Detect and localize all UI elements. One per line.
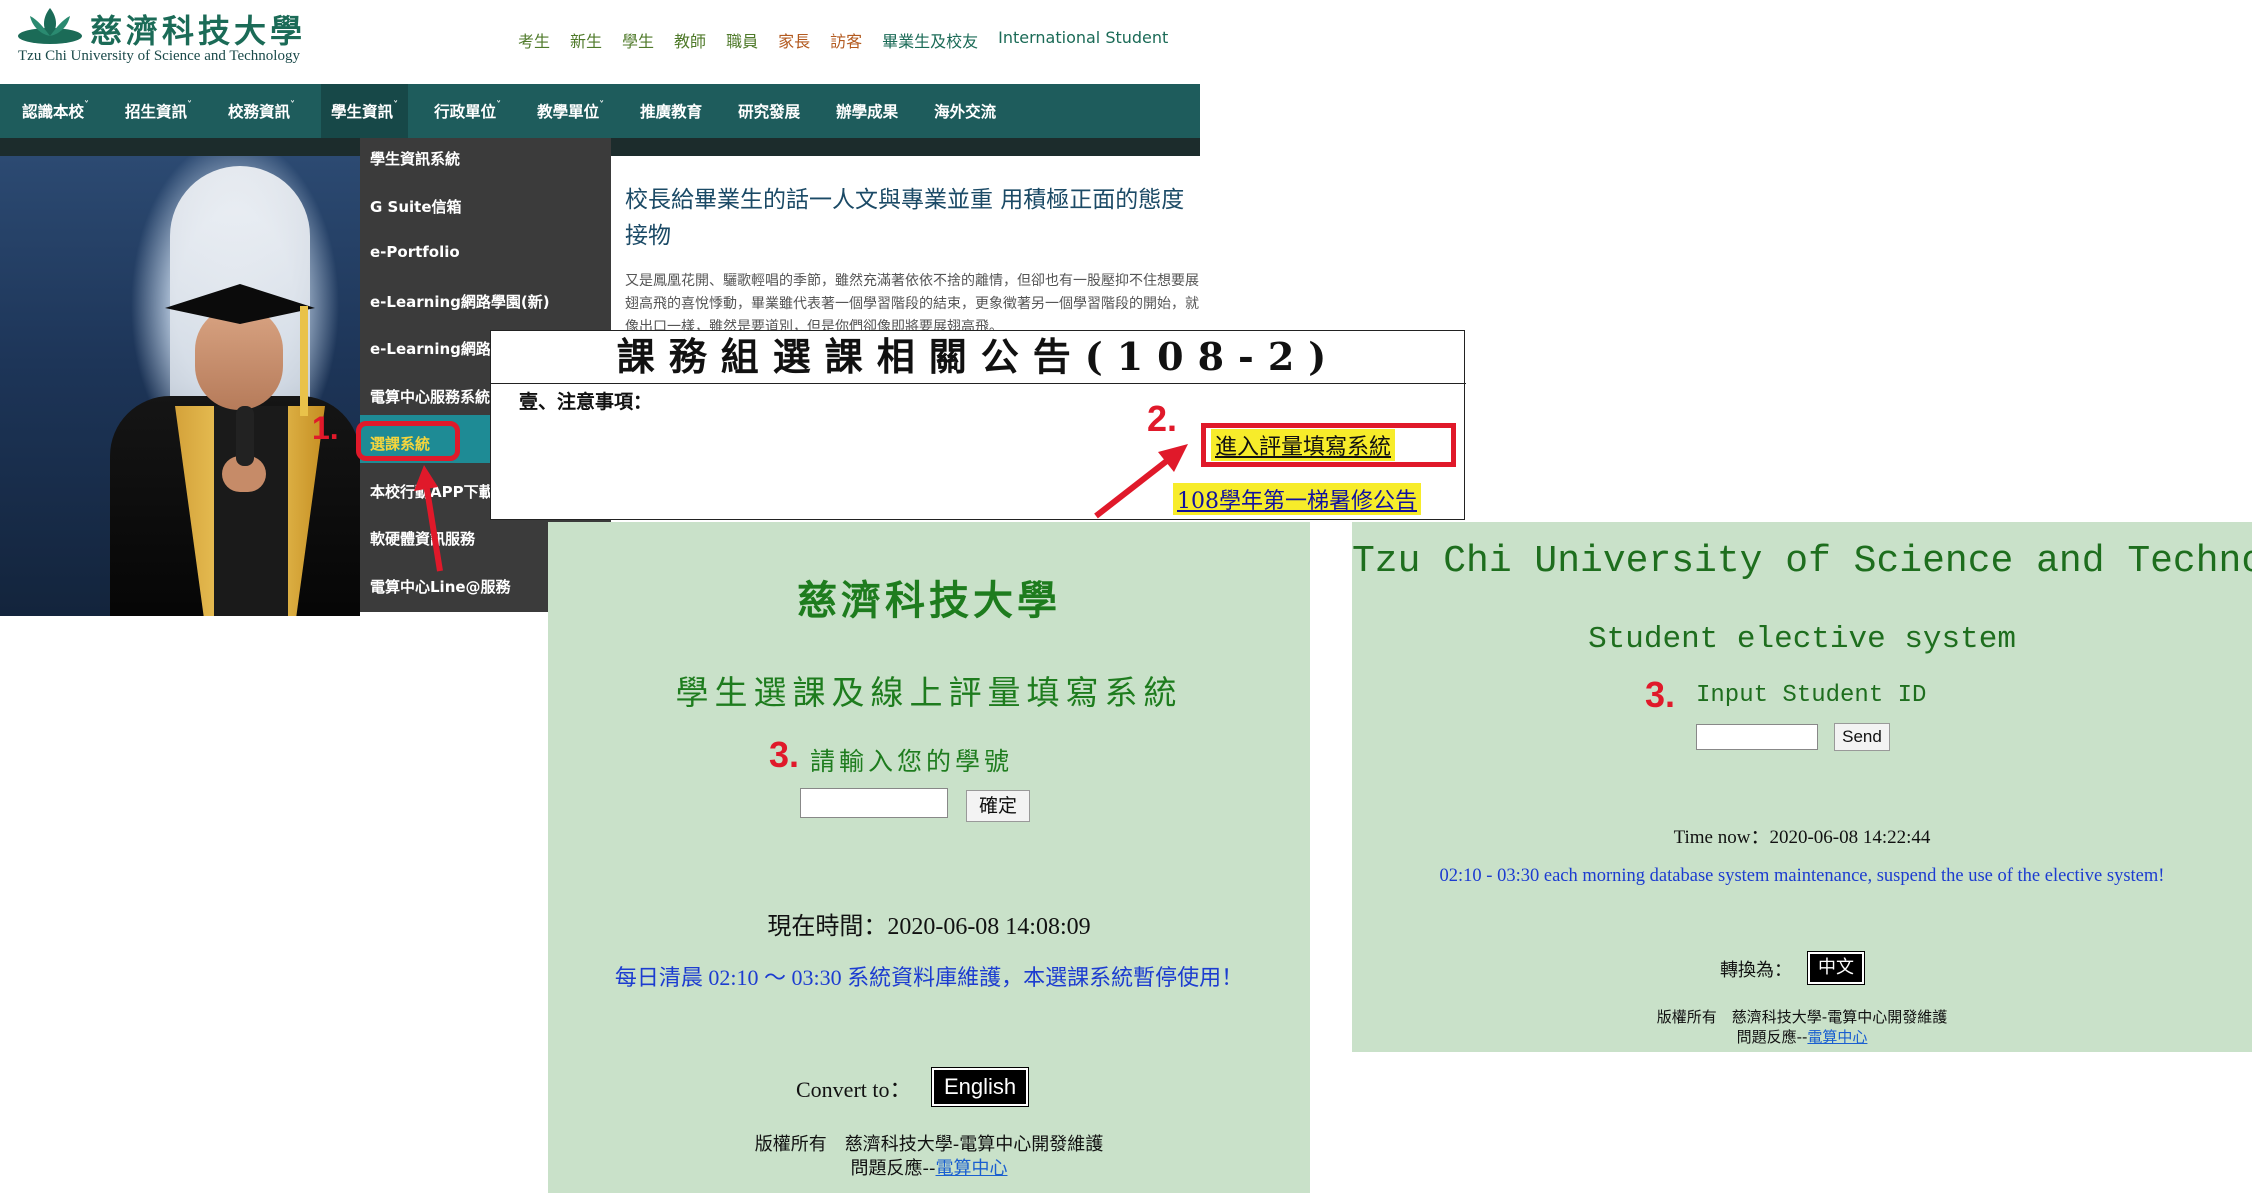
summer-course-announcement-link[interactable]: 108學年第一梯暑修公告: [1173, 483, 1421, 515]
feedback-prefix: 問題反應--: [850, 1158, 936, 1179]
system-name-heading: Student elective system: [1588, 622, 2016, 657]
current-time: 現在時間：2020-06-08 14:08:09: [767, 914, 1091, 940]
nav-item-label: 行政單位: [434, 103, 497, 121]
copyright-text: 版權所有 慈濟科技大學-電算中心開發維護: [754, 1134, 1104, 1155]
convert-language-label: Convert to：: [796, 1077, 912, 1102]
evaluation-link-highlight-box: [1201, 423, 1456, 467]
audience-link[interactable]: 學生: [622, 28, 654, 52]
nav-item[interactable]: 辦學成果: [836, 100, 898, 122]
nav-item-label: 認識本校: [22, 103, 85, 121]
nav-item[interactable]: 學生資訊˅: [321, 84, 409, 138]
nav-item-label: 研究發展: [738, 103, 801, 121]
computer-center-link[interactable]: 電算中心: [1807, 1028, 1867, 1046]
nav-item[interactable]: 校務資訊˅: [228, 100, 295, 122]
audience-link[interactable]: 教師: [674, 28, 706, 52]
step-2-marker: 2.: [1147, 398, 1178, 439]
student-id-input[interactable]: [800, 788, 948, 818]
audience-link[interactable]: 新生: [570, 28, 602, 52]
student-id-input[interactable]: [1696, 724, 1818, 750]
audience-link[interactable]: 畢業生及校友: [882, 28, 978, 52]
nav-item[interactable]: 認識本校˅: [22, 100, 89, 122]
step-3-marker: 3.: [1645, 674, 1676, 715]
audience-link[interactable]: 家長: [778, 28, 810, 52]
caret-down-icon: ˅: [187, 100, 193, 111]
dropdown-item[interactable]: e-Portfolio: [370, 243, 460, 261]
convert-language-label: 轉換為：: [1720, 960, 1792, 981]
nav-item[interactable]: 教學單位˅: [537, 100, 604, 122]
nav-item[interactable]: 海外交流: [934, 100, 996, 122]
dropdown-item[interactable]: 電算中心Line@服務: [370, 576, 511, 597]
caret-down-icon: ˅: [84, 100, 90, 111]
copyright-text: 版權所有 慈濟科技大學-電算中心開發維護: [1656, 1008, 1948, 1026]
feedback-prefix: 問題反應--: [1736, 1028, 1808, 1046]
course-selection-highlight-box: [356, 421, 460, 461]
microphone-icon: [236, 406, 254, 466]
nav-item-label: 推廣教育: [640, 103, 703, 121]
confirm-button[interactable]: 確定: [966, 790, 1030, 822]
article-title[interactable]: 校長給畢業生的話一人文與專業並重 用積極正面的態度接物: [625, 182, 1200, 254]
caret-down-icon: ˅: [599, 100, 605, 111]
nav-item-label: 教學單位: [537, 103, 600, 121]
current-time: Time now：2020-06-08 14:22:44: [1673, 827, 1931, 848]
dropdown-item[interactable]: e-Learning網路學: [370, 338, 506, 359]
english-login-panel: Tzu Chi University of Science and Techno…: [1352, 522, 2252, 1052]
caret-down-icon: ˅: [496, 100, 502, 111]
dropdown-item[interactable]: 學生資訊系統: [370, 148, 460, 169]
cap-tassel: [300, 306, 308, 416]
step-1-arrow-icon: [414, 465, 443, 572]
article-excerpt: 又是鳳凰花開、驪歌輕唱的季節，雖然充滿著依依不捨的離情，但卻也有一股壓抑不住想要…: [625, 273, 1199, 335]
student-id-prompt: 請輸入您的學號: [810, 747, 1014, 776]
nav-item[interactable]: 招生資訊˅: [125, 100, 192, 122]
course-announcement-panel: 課務組選課相關公告(108-2) 壹、注意事項： 進入評量填寫系統 108學年第…: [490, 330, 1466, 520]
chinese-login-panel: 慈濟科技大學 學生選課及線上評量填寫系統 3. 請輸入您的學號 確定 現在時間：…: [548, 522, 1310, 1193]
nav-item-label: 海外交流: [934, 103, 997, 121]
feedback-line: 問題反應--電算中心: [1352, 1026, 2252, 1047]
send-button[interactable]: Send: [1834, 723, 1890, 751]
caret-down-icon: ˅: [393, 100, 399, 111]
caret-down-icon: ˅: [290, 100, 296, 111]
maintenance-notice: 02:10 - 03:30 each morning database syst…: [1439, 866, 2165, 886]
maintenance-notice: 每日清晨 02:10 ～ 03:30 系統資料庫維護，本選課系統暫停使用！: [614, 965, 1244, 990]
announcement-section-heading: 壹、注意事項：: [519, 391, 653, 413]
main-navigation: 認識本校˅ 招生資訊˅ 校務資訊˅ 學生資訊˅ 行政單位˅ 教學單位˅ 推廣教育 研究發展 辦學…: [0, 84, 1200, 138]
nav-item-label: 校務資訊: [228, 103, 291, 121]
announcement-title: 課務組選課相關公告(108-2): [491, 331, 1466, 384]
audience-link[interactable]: 職員: [726, 28, 758, 52]
nav-item-label: 招生資訊: [125, 103, 188, 121]
audience-link[interactable]: 訪客: [830, 28, 862, 52]
school-name-heading: 慈濟科技大學: [797, 577, 1061, 624]
audience-link[interactable]: 考生: [518, 28, 550, 52]
nav-item[interactable]: 推廣教育: [640, 100, 702, 122]
hero-photo: [0, 156, 360, 616]
feedback-line: 問題反應--電算中心: [548, 1154, 1310, 1180]
step-2-arrow-icon: [1094, 444, 1188, 519]
chinese-language-button[interactable]: 中文: [1807, 951, 1865, 985]
student-id-prompt: Input Student ID: [1696, 682, 1927, 709]
nav-item-label: 辦學成果: [836, 103, 899, 121]
dropdown-item[interactable]: 電算中心服務系統: [370, 386, 490, 407]
step-3-marker: 3.: [769, 734, 800, 775]
dropdown-item[interactable]: e-Learning網路學園(新): [370, 291, 550, 312]
nav-item[interactable]: 行政單位˅: [434, 100, 501, 122]
audience-links: 考生 新生 學生 教師 職員 家長 訪客 畢業生及校友 International Studen…: [518, 28, 1188, 52]
computer-center-link[interactable]: 電算中心: [936, 1158, 1008, 1179]
nav-item-label: 學生資訊: [331, 103, 394, 121]
logo-english-name[interactable]: Tzu Chi University of Science and Techno…: [18, 48, 300, 65]
nav-item[interactable]: 研究發展: [738, 100, 800, 122]
english-language-button[interactable]: English: [930, 1067, 1030, 1107]
lotus-logo-icon[interactable]: [16, 6, 84, 46]
system-name-heading: 學生選課及線上評量填寫系統: [675, 673, 1183, 712]
dropdown-item[interactable]: G Suite信箱: [370, 196, 462, 217]
audience-link[interactable]: International Student: [998, 28, 1168, 52]
logo-chinese-name[interactable]: 慈濟科技大學: [90, 6, 306, 52]
school-name-heading: Tzu Chi University of Science and Techno…: [1352, 540, 2252, 583]
step-1-marker: 1.: [312, 410, 339, 446]
